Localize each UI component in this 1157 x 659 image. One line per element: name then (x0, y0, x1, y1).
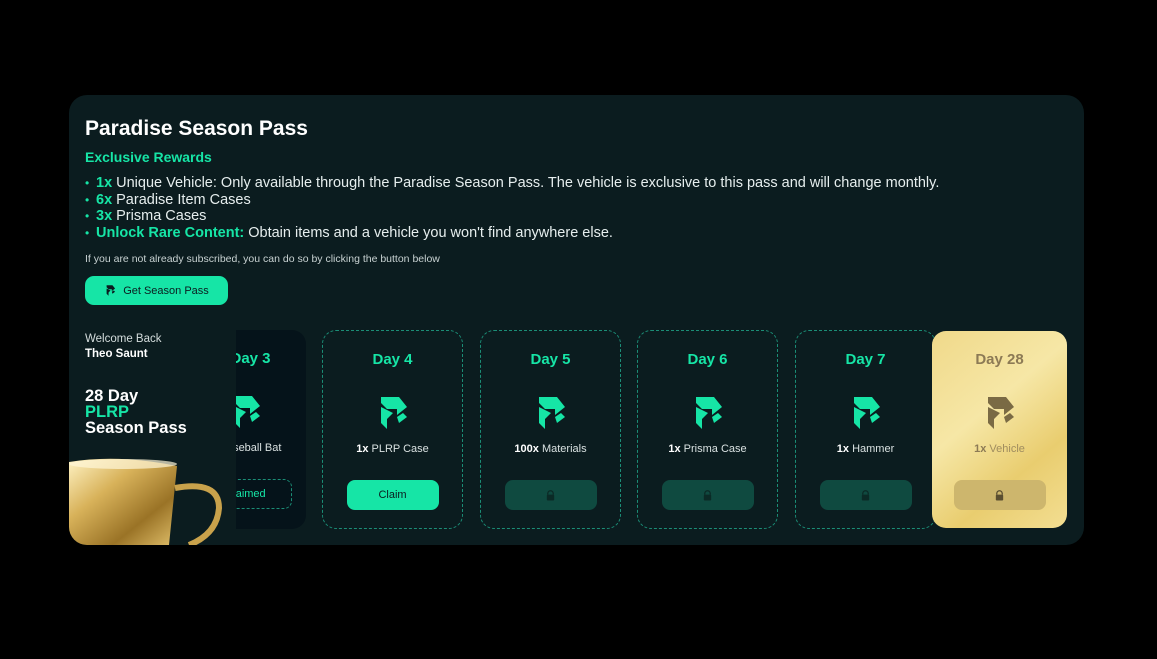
lock-icon (702, 490, 713, 501)
plrp-logo-icon (373, 393, 413, 433)
day-label: Day 5 (530, 351, 571, 368)
claim-button[interactable]: Claim (346, 480, 439, 510)
plrp-logo-icon (688, 393, 728, 433)
day-label: Day 6 (687, 351, 728, 368)
username: Theo Saunt (85, 348, 148, 360)
perk-item: • Unlock Rare Content: Obtain items and a … (85, 224, 613, 241)
day-card-4: Day 4 1x PLRP Case Claim (322, 330, 463, 529)
day-card-5: Day 5 100x Materials (480, 330, 621, 529)
bullet-icon: • (85, 225, 90, 240)
trophy-cup-icon (69, 458, 223, 545)
perk-item: • 6x Paradise Item Cases (85, 191, 251, 208)
season-pass-panel: Paradise Season Pass Exclusive Rewards •… (69, 95, 1084, 545)
rewards-subtitle: Exclusive Rewards (85, 149, 212, 165)
bullet-icon: • (85, 192, 90, 207)
plrp-logo-icon (104, 284, 117, 297)
pass-title: 28 Day PLRP Season Pass (85, 387, 187, 437)
plrp-logo-icon (531, 393, 571, 433)
lock-icon (860, 490, 871, 501)
plrp-logo-icon (980, 393, 1020, 433)
plrp-logo-icon (846, 393, 886, 433)
welcome-text: Welcome Back (85, 333, 162, 345)
day-card-28: Day 28 1x Vehicle (932, 331, 1067, 528)
bullet-icon: • (85, 176, 90, 190)
reward-label: 1x Prisma Case (668, 443, 747, 455)
lock-icon (545, 490, 556, 501)
bullet-icon: • (85, 209, 90, 223)
locked-button (819, 480, 912, 510)
page-title: Paradise Season Pass (85, 117, 308, 140)
subscribe-note: If you are not already subscribed, you c… (85, 253, 440, 265)
day-card-6: Day 6 1x Prisma Case (637, 330, 778, 529)
locked-button (504, 480, 597, 510)
locked-button (953, 480, 1046, 510)
perk-item: • 3x Prisma Cases (85, 208, 207, 224)
locked-button (661, 480, 754, 510)
day-label: Day 4 (372, 351, 413, 368)
user-summary: Welcome Back Theo Saunt 28 Day PLRP Seas… (69, 330, 236, 545)
reward-label: 100x Materials (514, 443, 587, 455)
day-card-7: Day 7 1x Hammer (795, 330, 936, 529)
lock-icon (994, 490, 1005, 501)
day-label: Day 7 (845, 351, 886, 368)
reward-label: 1x Vehicle (974, 443, 1025, 455)
day-label: Day 28 (975, 351, 1024, 368)
perks-list: • 1x Unique Vehicle: Only available throug… (85, 175, 939, 241)
perk-item: • 1x Unique Vehicle: Only available throug… (85, 175, 940, 191)
reward-label: 1x PLRP Case (356, 443, 429, 455)
get-season-pass-button[interactable]: Get Season Pass (85, 276, 228, 305)
reward-label: 1x Hammer (836, 443, 895, 455)
cta-label: Get Season Pass (123, 284, 209, 297)
